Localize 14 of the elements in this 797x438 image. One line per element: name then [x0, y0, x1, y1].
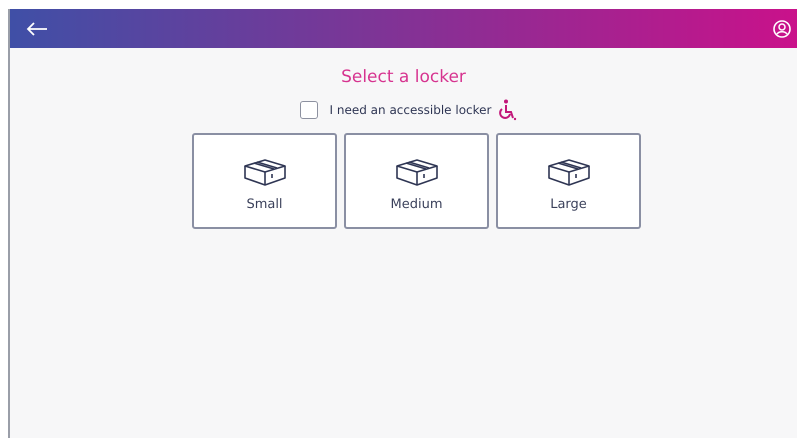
- account-button[interactable]: [771, 18, 793, 40]
- locker-size-button[interactable]: Medium: [344, 133, 489, 229]
- locker-size-button[interactable]: Large: [496, 133, 641, 229]
- back-arrow-icon: [26, 22, 48, 36]
- package-icon: [242, 156, 288, 186]
- package-icon: [546, 156, 592, 186]
- user-icon: [773, 20, 791, 38]
- checkbox-label: I need an accessible locker: [330, 103, 492, 117]
- back-button[interactable]: [24, 20, 50, 38]
- accessible-checkbox[interactable]: [300, 101, 318, 119]
- page-title: Select a locker: [341, 67, 466, 87]
- locker-size-button[interactable]: Small: [192, 133, 337, 229]
- wheelchair-icon: [499, 99, 518, 121]
- package-icon: [394, 156, 440, 186]
